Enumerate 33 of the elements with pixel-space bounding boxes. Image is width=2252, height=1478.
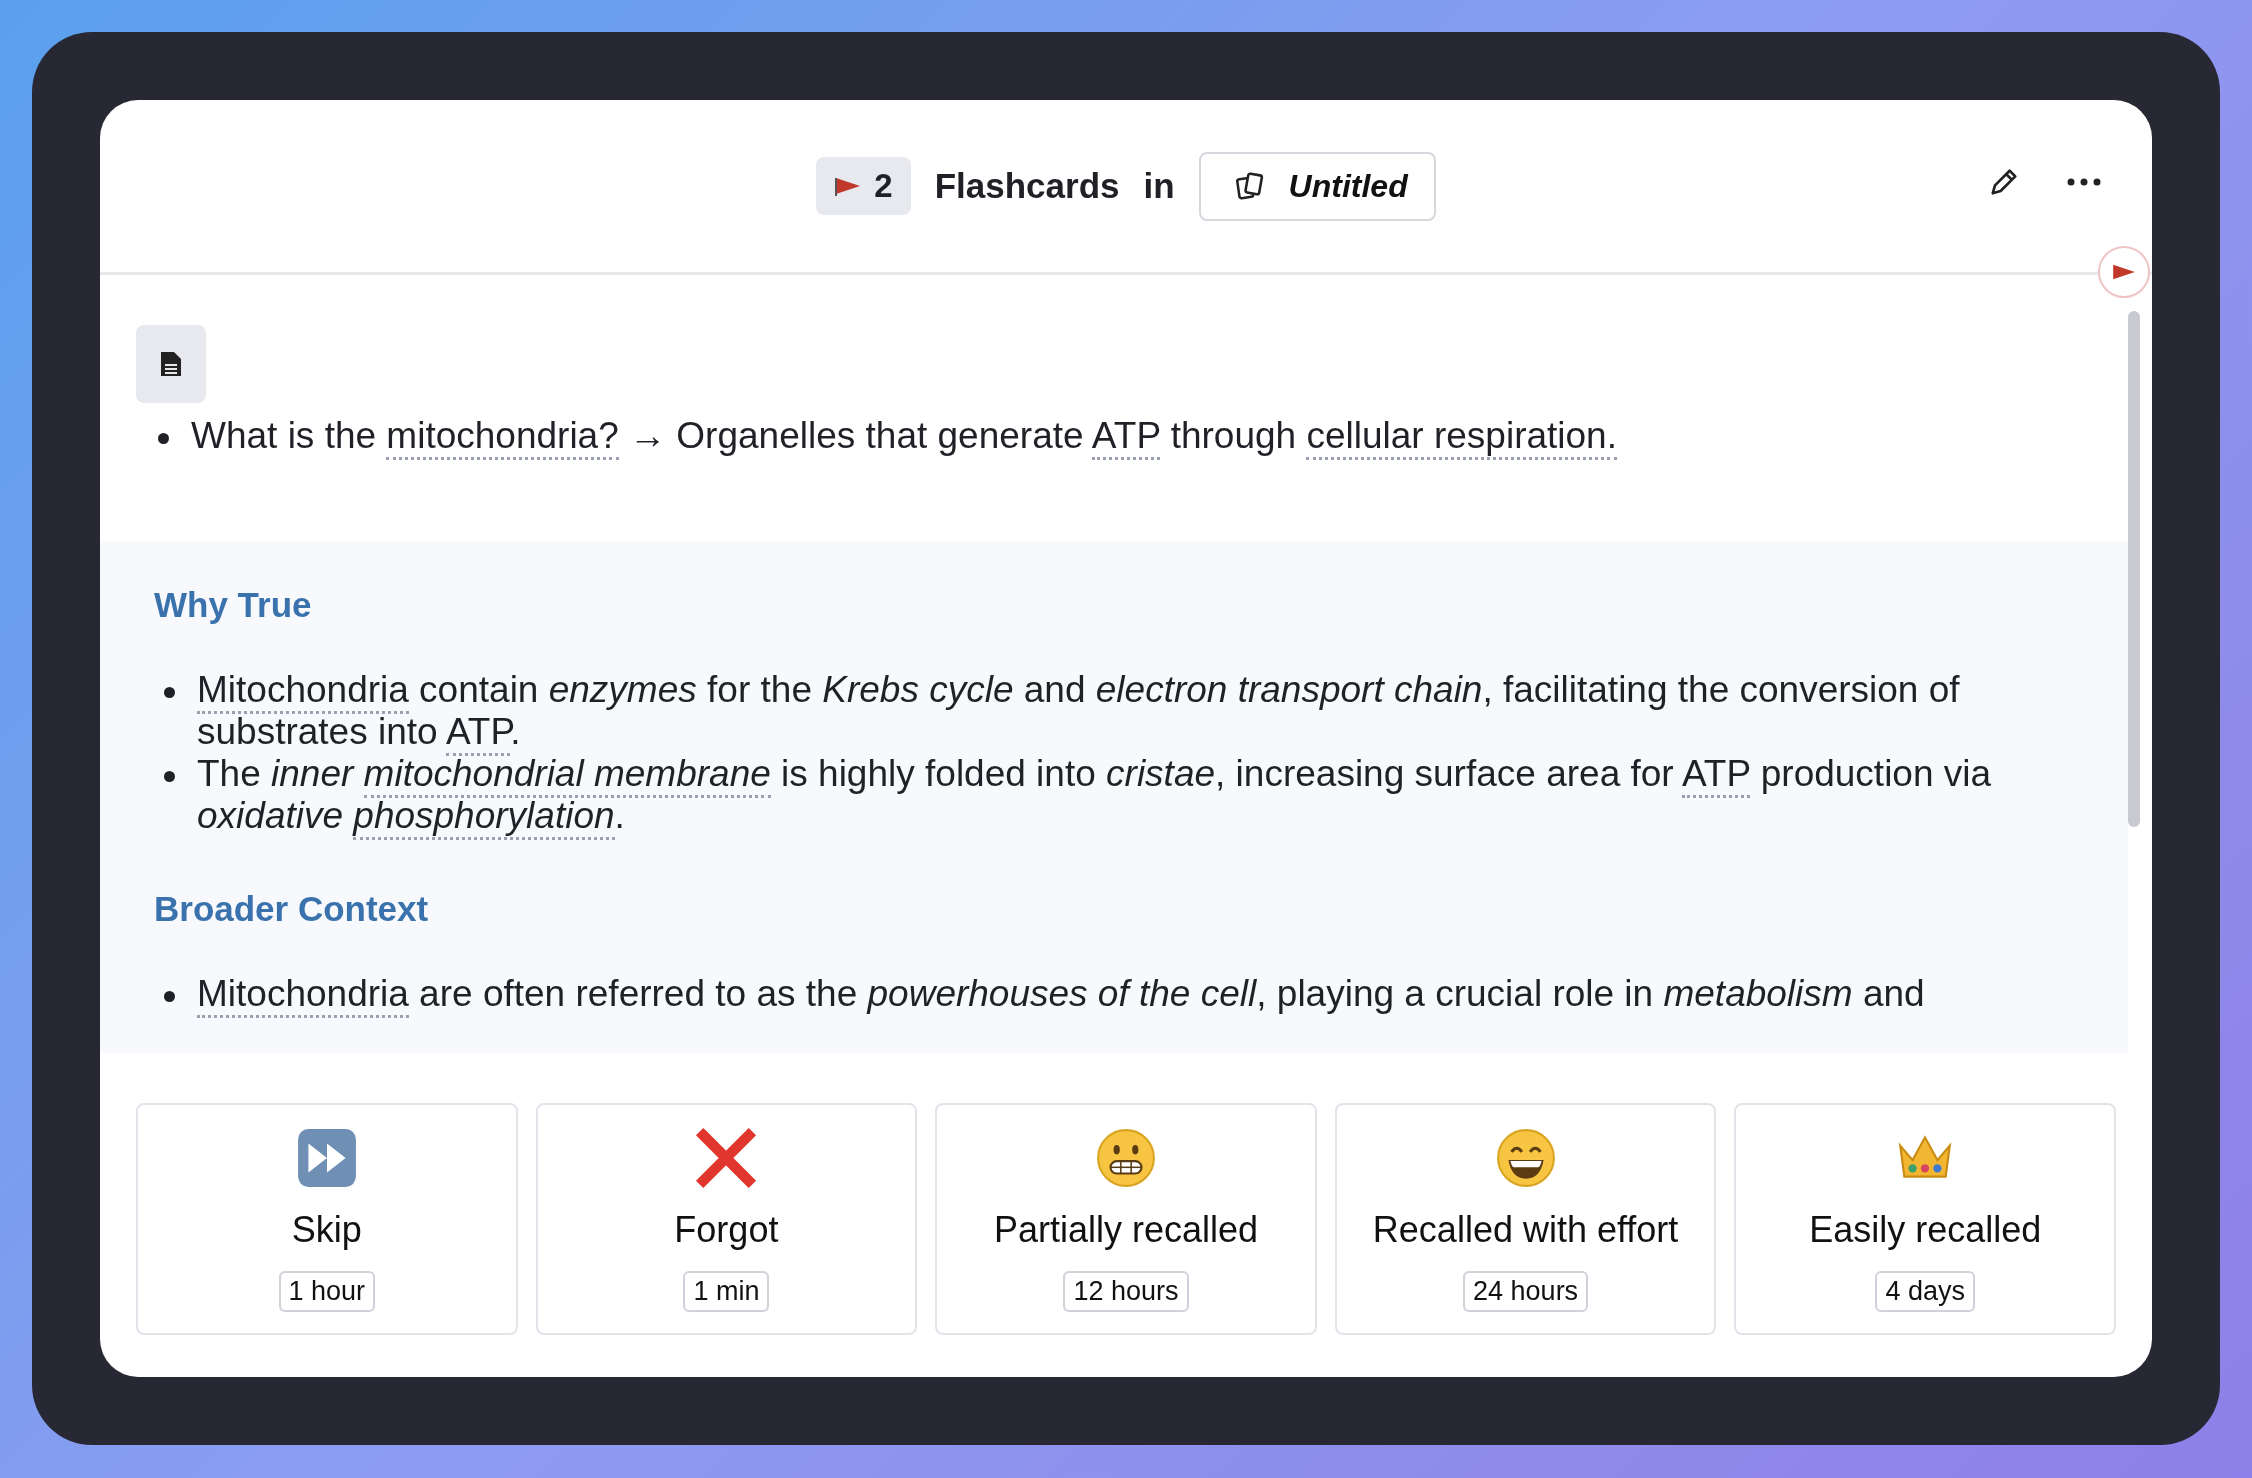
section-heading: Why True [153, 584, 313, 626]
header-connector: in [1143, 166, 1175, 206]
cross-icon [695, 1127, 758, 1189]
fast-forward-icon [295, 1127, 358, 1189]
explanation-text: Mitochondria are often referred to as the powerhouses of the cell, playing a crucial role in metabolism and [197, 973, 1925, 1015]
rating-button[interactable]: Partially recalled 12 hours [935, 1103, 1317, 1335]
rating-button[interactable]: Skip 1 hour [136, 1103, 518, 1335]
more-icon[interactable] [2066, 177, 2102, 187]
rating-button[interactable]: Forgot 1 min [535, 1103, 918, 1335]
grimacing-face-icon [1095, 1127, 1157, 1189]
interval-tag: 4 days [1875, 1271, 1975, 1312]
bullet-dot [164, 991, 175, 1002]
header-title: Flashcards [934, 166, 1120, 206]
section-heading: Broader Context [153, 888, 430, 930]
scrollbar-thumb[interactable] [2128, 311, 2140, 827]
rating-button[interactable]: Easily recalled 4 days [1734, 1103, 2116, 1335]
grinning-face-icon [1494, 1127, 1557, 1189]
rating-button[interactable]: Recalled with effort 24 hours [1334, 1103, 1717, 1335]
flag-count-badge[interactable]: 2 [816, 157, 911, 215]
interval-tag: 1 min [683, 1271, 770, 1312]
question-answer-text: What is the mitochondria? → Organelles that generate ATP through cellular respiration. [191, 415, 1617, 457]
interval-tag: 1 hour [278, 1271, 376, 1312]
interval-tag: 24 hours [1463, 1271, 1589, 1312]
flag-button[interactable] [2098, 246, 2150, 298]
note-button[interactable] [136, 325, 206, 403]
explanation-text: The inner mitochondrial membrane is highly folded into cristae, increasing surface area for ATP production via oxidative phosphorylation. [197, 753, 2048, 837]
deck-button[interactable]: Untitled [1198, 151, 1436, 221]
explanation-text: Mitochondria contain enzymes for the Krebs cycle and electron transport chain, facilitating the conversion of substrates into ATP. [197, 669, 2048, 753]
document-icon [159, 350, 183, 378]
bullet-dot [164, 687, 175, 698]
bullet-dot [158, 433, 169, 444]
interval-tag: 12 hours [1063, 1271, 1189, 1312]
bullet-dot [164, 771, 175, 782]
